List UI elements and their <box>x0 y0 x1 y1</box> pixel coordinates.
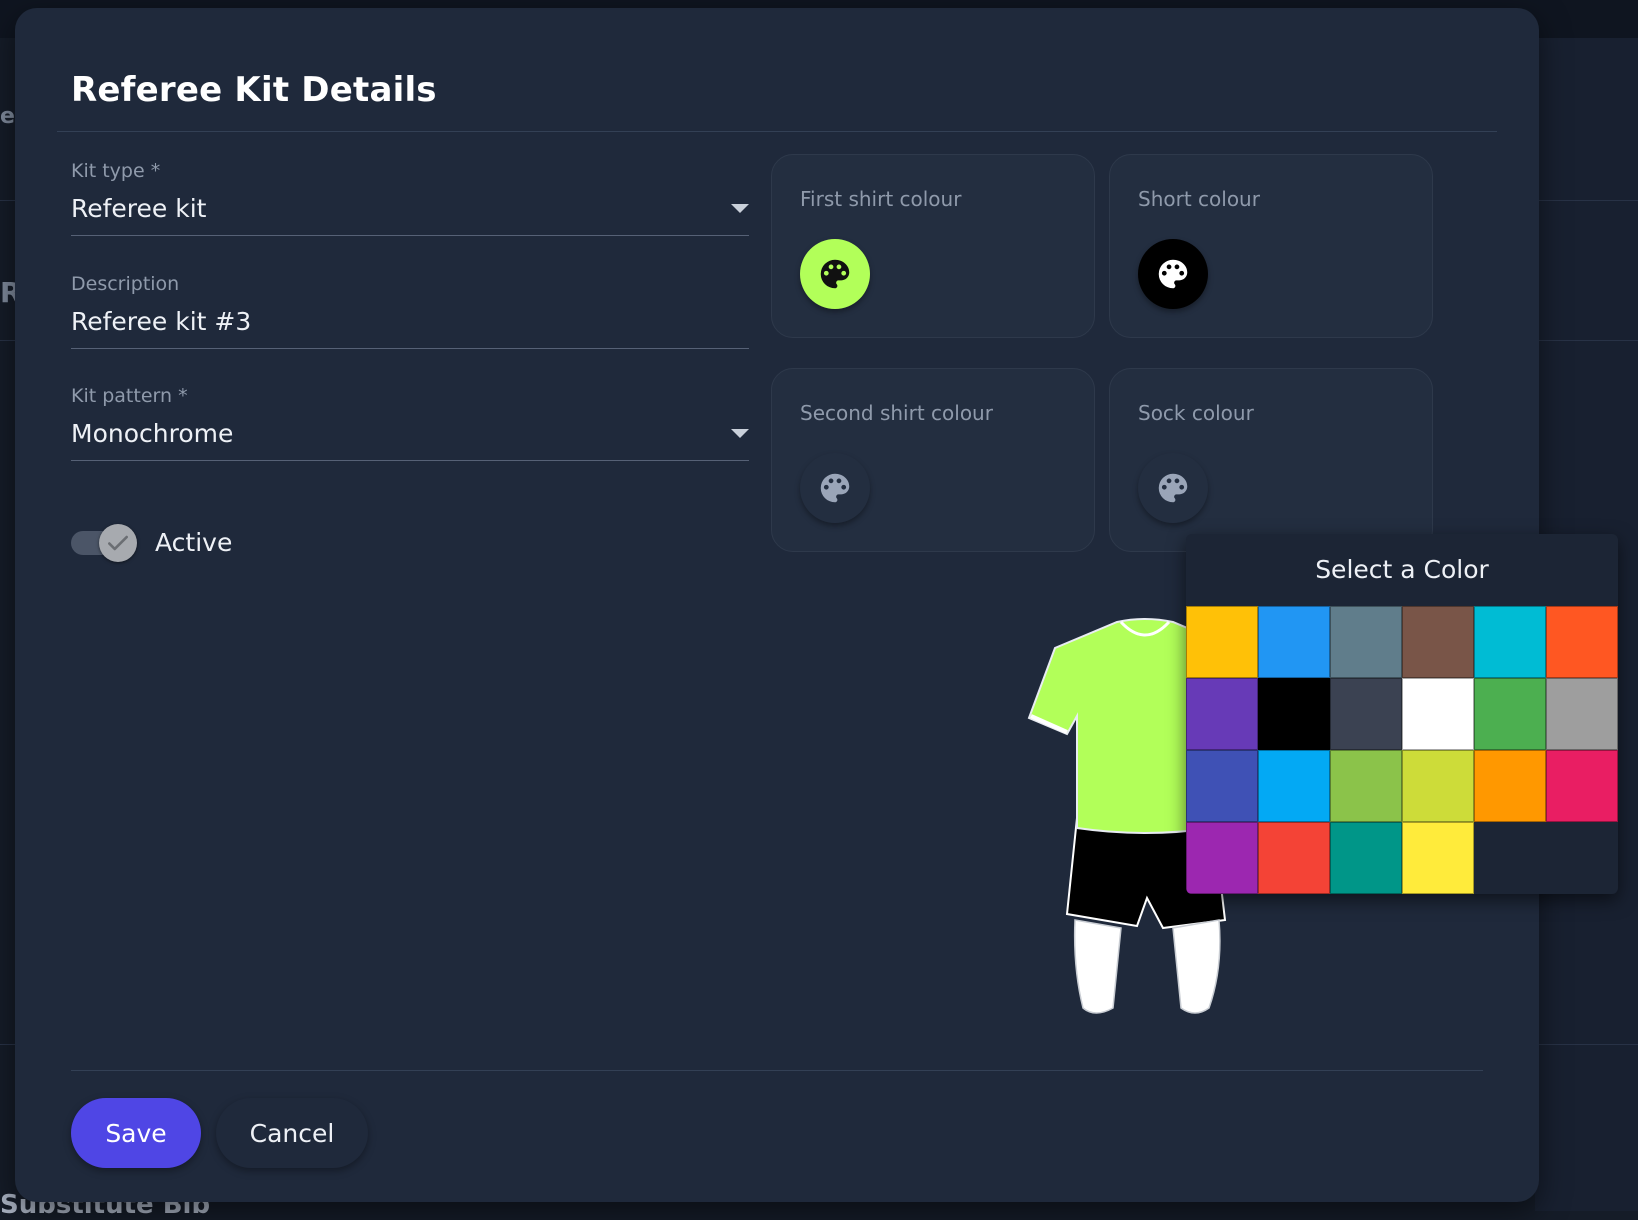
kit-sock-right <box>1172 919 1221 1014</box>
kit-pattern-select[interactable]: Kit pattern * Monochrome <box>71 385 749 461</box>
color-swatch[interactable] <box>1258 606 1330 678</box>
kit-type-value: Referee kit <box>71 194 207 223</box>
sock-colour-button[interactable] <box>1138 453 1208 523</box>
palette-icon <box>1158 473 1188 503</box>
palette-icon <box>820 259 850 289</box>
dialog-title: Referee Kit Details <box>71 70 437 110</box>
color-swatch[interactable] <box>1258 750 1330 822</box>
color-swatch[interactable] <box>1186 822 1258 894</box>
toggle-track[interactable] <box>71 523 137 562</box>
short-colour-button[interactable] <box>1138 239 1208 309</box>
color-grid <box>1186 606 1618 894</box>
color-picker-title: Select a Color <box>1315 555 1489 584</box>
color-swatch[interactable] <box>1474 750 1546 822</box>
color-swatch[interactable] <box>1258 822 1330 894</box>
color-swatch[interactable] <box>1546 750 1618 822</box>
color-swatch[interactable] <box>1330 606 1402 678</box>
description-input[interactable]: Referee kit #3 <box>71 307 749 349</box>
color-swatch[interactable] <box>1330 678 1402 750</box>
color-swatch[interactable] <box>1330 822 1402 894</box>
second-shirt-colour-button[interactable] <box>800 453 870 523</box>
save-button[interactable]: Save <box>71 1098 201 1168</box>
color-swatch[interactable] <box>1186 750 1258 822</box>
first-shirt-colour-label: First shirt colour <box>800 187 962 211</box>
title-divider <box>57 131 1497 132</box>
color-swatch[interactable] <box>1186 678 1258 750</box>
palette-icon <box>820 473 850 503</box>
cancel-button[interactable]: Cancel <box>216 1098 368 1168</box>
short-colour-card: Short colour <box>1109 154 1433 338</box>
color-swatch[interactable] <box>1402 822 1474 894</box>
color-swatch[interactable] <box>1186 606 1258 678</box>
kit-pattern-value: Monochrome <box>71 419 234 448</box>
second-shirt-colour-card: Second shirt colour <box>771 368 1095 552</box>
color-swatch[interactable] <box>1474 678 1546 750</box>
color-swatch[interactable] <box>1546 678 1618 750</box>
color-swatch[interactable] <box>1402 606 1474 678</box>
chevron-down-icon[interactable] <box>731 429 749 438</box>
kit-sock-left <box>1073 919 1122 1014</box>
active-label: Active <box>155 528 233 557</box>
color-swatch[interactable] <box>1402 750 1474 822</box>
palette-icon <box>1158 259 1188 289</box>
first-shirt-colour-button[interactable] <box>800 239 870 309</box>
kit-type-select[interactable]: Kit type * Referee kit <box>71 160 749 236</box>
chevron-down-icon[interactable] <box>731 204 749 213</box>
color-swatch[interactable] <box>1474 606 1546 678</box>
kit-type-label: Kit type * <box>71 160 161 182</box>
toggle-knob[interactable] <box>99 523 137 562</box>
kit-pattern-label: Kit pattern * <box>71 385 188 407</box>
color-swatch[interactable] <box>1330 750 1402 822</box>
check-icon <box>108 535 128 550</box>
color-swatch[interactable] <box>1546 606 1618 678</box>
color-swatch[interactable] <box>1258 678 1330 750</box>
footer-divider <box>71 1070 1483 1071</box>
color-swatch[interactable] <box>1402 678 1474 750</box>
first-shirt-colour-card: First shirt colour <box>771 154 1095 338</box>
active-toggle[interactable]: Active <box>71 523 233 562</box>
sock-colour-card: Sock colour <box>1109 368 1433 552</box>
kit-pattern-value-box[interactable]: Monochrome <box>71 419 749 461</box>
kit-type-value-box[interactable]: Referee kit <box>71 194 749 236</box>
color-picker-popover: Select a Color <box>1186 534 1618 894</box>
description-label: Description <box>71 273 180 295</box>
sock-colour-label: Sock colour <box>1138 401 1254 425</box>
description-value: Referee kit #3 <box>71 307 252 336</box>
short-colour-label: Short colour <box>1138 187 1260 211</box>
second-shirt-colour-label: Second shirt colour <box>800 401 993 425</box>
description-field[interactable]: Description Referee kit #3 <box>71 273 749 349</box>
